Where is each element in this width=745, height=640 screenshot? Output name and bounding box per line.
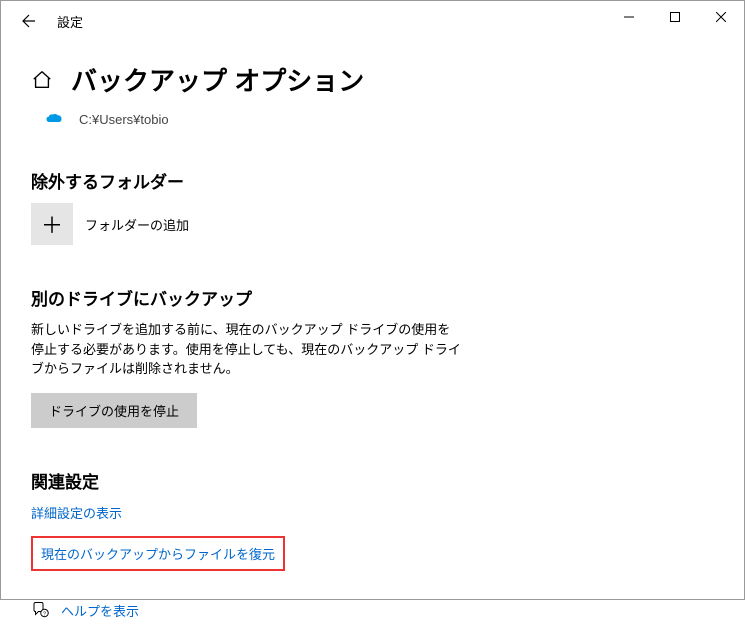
related-title: 関連設定 bbox=[31, 468, 714, 493]
stop-drive-button[interactable]: ドライブの使用を停止 bbox=[31, 393, 197, 428]
backup-path-row: C:¥Users¥tobio bbox=[45, 110, 714, 128]
add-folder-label: フォルダーの追加 bbox=[85, 215, 189, 234]
svg-text:?: ? bbox=[43, 611, 46, 617]
plus-icon: ＋ bbox=[41, 208, 63, 240]
page-title: バックアップ オプション bbox=[71, 61, 364, 98]
back-arrow-icon bbox=[21, 13, 37, 29]
page-header: バックアップ オプション bbox=[31, 61, 714, 98]
close-button[interactable] bbox=[698, 1, 744, 33]
help-icon: ? bbox=[31, 601, 49, 619]
minimize-button[interactable] bbox=[606, 1, 652, 33]
maximize-icon bbox=[670, 12, 680, 22]
maximize-button[interactable] bbox=[652, 1, 698, 33]
close-icon bbox=[716, 12, 726, 22]
window-controls bbox=[606, 1, 744, 33]
add-folder-button[interactable]: ＋ bbox=[31, 203, 73, 245]
backup-path: C:¥Users¥tobio bbox=[79, 112, 169, 127]
related-settings-section: 関連設定 詳細設定の表示 現在のバックアップからファイルを復元 bbox=[31, 468, 714, 571]
onedrive-icon bbox=[45, 110, 63, 128]
advanced-settings-link[interactable]: 詳細設定の表示 bbox=[31, 503, 122, 522]
minimize-icon bbox=[624, 12, 634, 22]
titlebar: 設定 bbox=[1, 1, 744, 41]
restore-files-link[interactable]: 現在のバックアップからファイルを復元 bbox=[41, 544, 275, 563]
help-link[interactable]: ヘルプを表示 bbox=[61, 601, 139, 620]
window-title: 設定 bbox=[57, 12, 83, 31]
exclude-folders-section: 除外するフォルダー ＋ フォルダーの追加 bbox=[31, 168, 714, 245]
home-icon[interactable] bbox=[31, 69, 53, 91]
help-row: ? ヘルプを表示 bbox=[31, 601, 714, 620]
content-area: バックアップ オプション C:¥Users¥tobio 除外するフォルダー ＋ … bbox=[1, 61, 744, 640]
another-drive-title: 別のドライブにバックアップ bbox=[31, 285, 714, 310]
add-folder-row: ＋ フォルダーの追加 bbox=[31, 203, 714, 245]
exclude-title: 除外するフォルダー bbox=[31, 168, 714, 193]
back-button[interactable] bbox=[13, 5, 45, 37]
restore-highlight: 現在のバックアップからファイルを復元 bbox=[31, 536, 285, 571]
another-drive-description: 新しいドライブを追加する前に、現在のバックアップ ドライブの使用を停止する必要が… bbox=[31, 320, 461, 379]
another-drive-section: 別のドライブにバックアップ 新しいドライブを追加する前に、現在のバックアップ ド… bbox=[31, 285, 714, 428]
